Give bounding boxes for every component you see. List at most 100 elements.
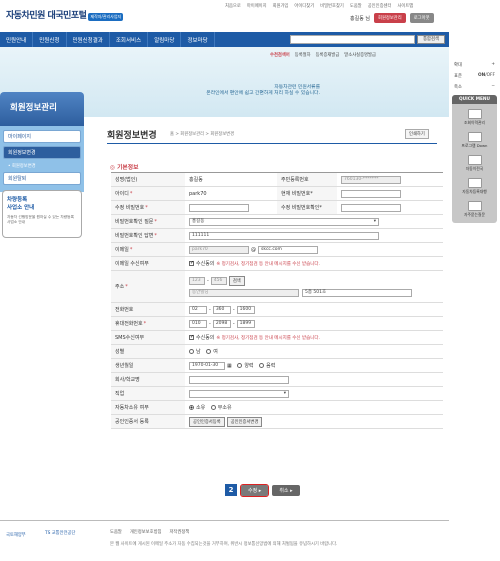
search-keywords-bar: 수천검색어 등록절차 등록증재발급 말소사실증명발급 [270,52,376,58]
form-row-email: 이메일 * park70 @ skcc.com [111,243,443,257]
keyword-link[interactable]: 말소사실증명발급 [344,52,376,58]
gender-female-radio[interactable] [206,349,212,354]
pw-answer-label: 비밀번호확인 답변 * [111,229,185,242]
mobile-1-field[interactable]: 010 [189,319,207,328]
phone-3-field[interactable]: 1600 [236,305,255,314]
save-button-label: 수정 [248,487,258,494]
save-button[interactable]: 수정 ▸ [239,483,270,497]
cert-register-button[interactable]: 공인인증서등록 [189,416,225,427]
zoom-out-row[interactable]: 축소 − [452,84,497,90]
email-id-field[interactable]: park70 [189,245,249,254]
nav-item-apply[interactable]: 민원신청 [33,32,67,47]
car-own-radio[interactable] [189,405,194,410]
banner-text: 자동차관련 민원서류를 온라인에서 편안에 쉽고 간편하게 처리 하실 수 있습… [200,85,320,97]
keyword-link[interactable]: 등록절차 [295,52,311,58]
form-row-sms: SMS수신여부 수신동의※ 정기검사, 정기점검 등 안내 메시지를 수신 받습… [111,331,443,345]
car-label-text: 자동차소유 여부 [115,405,149,411]
lunar-radio[interactable] [259,363,265,368]
off-toggle[interactable]: OFF [487,73,495,78]
print-button[interactable]: 인쇄하기 [405,129,429,139]
birth-date-field[interactable]: 1970-01-30 [189,361,225,370]
pw-answer-field[interactable]: 111111 [189,231,379,240]
document-icon [467,178,482,188]
zip-search-button[interactable]: 검색 [228,276,245,286]
zoom-default[interactable]: 표준 [454,73,462,79]
cancel-button[interactable]: 취소 ▸ [272,484,300,496]
nav-item-result[interactable]: 민원신청결과 [67,32,110,47]
top-link-help[interactable]: 도움말 [350,3,362,9]
gender-male-radio[interactable] [189,349,194,354]
top-link-sitemap[interactable]: 사이트맵 [397,3,413,9]
member-info-button[interactable]: 회원정보관리 [374,13,406,23]
solar-label: 양력 [244,363,254,369]
zip1-field: 123 [189,277,205,285]
footer-link-privacy[interactable]: 개인정보보호방침 [130,529,162,535]
quick-item[interactable]: 조회이력관리 [452,104,497,127]
company-field[interactable] [189,375,289,384]
sidebar-item-withdraw[interactable]: 회원탈퇴 [3,172,81,185]
sidebar-item-mypage[interactable]: 마이페이지 [3,130,81,143]
new-pw-confirm-label: 수정 비밀번호확인 * [277,201,337,214]
keyword-link[interactable]: 등록증재발급 [316,52,340,58]
top-link-mypage[interactable]: 마이페이지 [247,3,267,9]
cancel-button-label: 취소 [279,487,289,494]
mobile-2-field[interactable]: 2098 [212,319,231,328]
quick-item[interactable]: 프로그램 Down [452,127,497,150]
search-button[interactable]: 통합검색 [417,35,445,44]
top-link-find-pw[interactable]: 비밀번호찾기 [320,3,344,9]
zoom-in[interactable]: 확대 [454,62,462,68]
search-input[interactable] [290,35,415,44]
email-domain-field[interactable]: skcc.com [258,245,318,254]
zip2-field: 456 [210,277,227,285]
sms-checkbox[interactable] [189,334,194,340]
address2-field[interactable]: 5층 501호 [302,289,412,297]
quick-item[interactable]: 자주묻는질문 [452,196,497,219]
pw-question-select[interactable]: 홍길동 ▾ [189,217,379,226]
cert-change-button[interactable]: 공인인증서변경 [226,416,263,427]
sms-value: 수신동의※ 정기검사, 정기점검 등 안내 메시지를 수신 받습니다. [185,334,443,341]
phone-1-field[interactable]: 02 [189,305,207,314]
mobile-3-field[interactable]: 1899 [236,319,255,328]
job-select[interactable]: ▾ [189,389,289,398]
nav-item-notice[interactable]: 알림마당 [148,32,182,47]
new-password-field[interactable] [189,203,249,212]
chevron-down-icon: ▾ [373,218,376,224]
page-title: 회원정보변경 [107,131,157,141]
sidebar-item-member-edit[interactable]: 회원정보변경 [3,146,81,159]
top-link-cert[interactable]: 공인인증센터 [368,3,392,9]
car-none-radio[interactable] [210,405,216,410]
nav-item-guide[interactable]: 민원안내 [0,32,34,47]
site-logo[interactable]: 자동차민원 대국민포털 제작자/관리사업지 [6,8,146,22]
mobile-value: 010-2098-1899 [185,319,443,328]
email-recv-checkbox[interactable] [189,260,194,266]
top-link-home[interactable]: 처음으로 [225,3,241,9]
zoom-out[interactable]: 축소 [454,84,462,90]
solar-radio[interactable] [237,363,243,368]
ministry-logo: 국토해양부 [6,533,26,538]
footer-link-help[interactable]: 도움말 [110,529,122,535]
current-password-field[interactable] [341,189,401,198]
zoom-in-row[interactable]: 확대 + [452,62,497,68]
nav-item-info[interactable]: 정보마당 [181,32,215,47]
quick-item[interactable]: 자동차등록대행 [452,173,497,196]
top-link-find-id[interactable]: 아이디찾기 [294,3,314,9]
calendar-icon[interactable]: ▦ [227,363,232,369]
required-icon: * [129,190,133,197]
sidebar-subitem-member-edit[interactable]: • 회원정보변경 [3,162,81,172]
logout-button[interactable]: 로그아웃 [409,13,434,23]
name-label: 성명(법인) [111,173,185,186]
phone-2-field[interactable]: 360 [212,305,231,314]
top-link-join[interactable]: 회원가입 [273,3,289,9]
footer-link-copyright[interactable]: 저작권정책 [169,529,189,535]
new-password-confirm-field[interactable] [341,203,401,212]
quick-item[interactable]: 자동이전국 [452,150,497,173]
nav-item-lookup[interactable]: 조회서비스 [110,32,149,47]
email-value: park70 @ skcc.com [185,245,443,254]
address-label-text: 주소 [115,284,125,290]
ts-logo: TS 교통안전공단 [45,531,76,536]
company-label-text: 회사/학교명 [115,377,140,383]
company-label: 회사/학교명 [111,373,185,386]
on-toggle[interactable]: ON [478,73,485,78]
registration-office-promo[interactable]: 차량등록 사업소 안내 자동차 선행방문을 원하실 수 있는 차량등록사업소 안… [2,190,82,238]
footer-links: 도움말 개인정보보호방침 저작권정책 [110,529,189,535]
